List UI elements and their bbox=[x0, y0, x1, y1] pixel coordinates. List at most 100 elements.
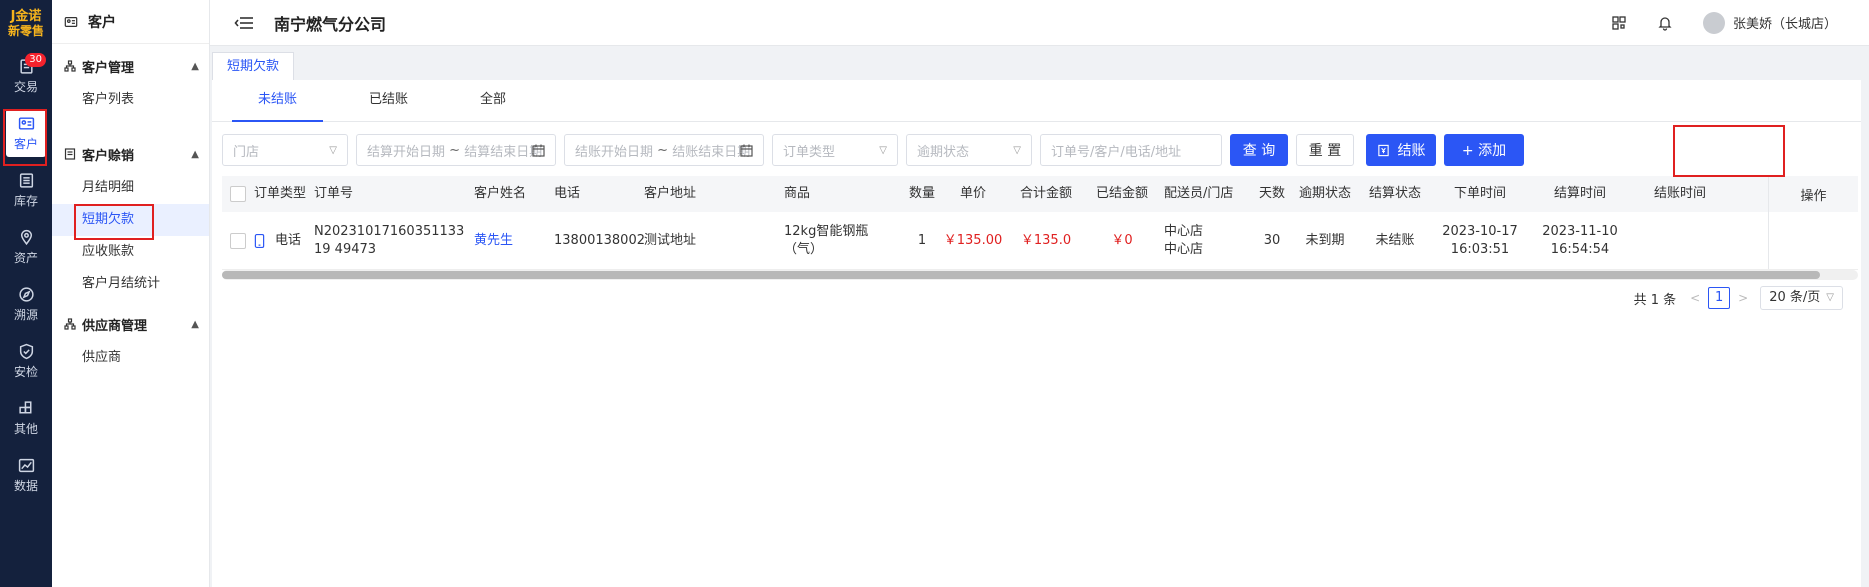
user-name[interactable]: 张美娇（长城店） bbox=[1733, 13, 1837, 32]
phone-icon bbox=[254, 233, 265, 248]
table-row[interactable]: 电话 N2023101716035113319 49473 黄先生 138001… bbox=[222, 212, 1858, 270]
rail-item-inspection[interactable]: 安检 bbox=[0, 333, 52, 390]
next-page-icon[interactable]: > bbox=[1738, 291, 1748, 305]
qrcode-icon[interactable] bbox=[1611, 15, 1627, 31]
page-size-select[interactable]: 20 条/页 ▽ bbox=[1760, 286, 1843, 310]
sidebar-item-monthly-detail[interactable]: 月结明细 bbox=[52, 172, 209, 204]
tab-unsettled[interactable]: 未结账 bbox=[232, 80, 324, 122]
chevron-up-icon: ▲ bbox=[191, 148, 199, 160]
sidebar-item-supplier[interactable]: 供应商 bbox=[52, 342, 209, 374]
qty-value: 1 bbox=[917, 232, 927, 248]
order-time-value: 16:03:51 bbox=[1450, 241, 1510, 257]
page-title: 南宁燃气分公司 bbox=[274, 14, 387, 34]
order-date-value: 2023-10-17 bbox=[1442, 223, 1518, 239]
rail-item-data[interactable]: 数据 bbox=[0, 447, 52, 504]
avatar[interactable] bbox=[1702, 11, 1725, 34]
overdue-value: 未到期 bbox=[1305, 232, 1345, 248]
highlight-short-term-debt bbox=[74, 204, 154, 240]
col-courier-store: 配送员/门店 bbox=[1164, 186, 1234, 201]
col-paid: 已结金额 bbox=[1095, 186, 1148, 201]
col-settle-status: 结算状态 bbox=[1368, 186, 1421, 201]
sidebar-item-customer-list[interactable]: 客户列表 bbox=[52, 84, 209, 116]
rail-item-inventory[interactable]: 库存 bbox=[0, 162, 52, 219]
order-type-select[interactable]: 订单类型 ▽ bbox=[772, 134, 898, 166]
total-value: ￥135.0 bbox=[1020, 232, 1072, 248]
customer-name-link[interactable]: 黄先生 bbox=[474, 232, 554, 250]
col-order-no: 订单号 bbox=[314, 186, 354, 201]
rail-item-other[interactable]: 其他 bbox=[0, 390, 52, 447]
goods-value: 12kg智能钢瓶（气） bbox=[784, 223, 869, 257]
store-select[interactable]: 门店 ▽ bbox=[222, 134, 348, 166]
settle-time-value: 16:54:54 bbox=[1550, 241, 1610, 257]
rail-item-trace[interactable]: 溯源 bbox=[0, 276, 52, 333]
status-tabs: 未结账 已结账 全部 bbox=[212, 80, 1861, 122]
rail-label: 资产 bbox=[13, 251, 38, 265]
filter-bar: 门店 ▽ 结算开始日期 ~ 结算结束日期 结账开始日期 ~ 结账结束日期 订单类型… bbox=[222, 134, 1861, 166]
settle-date-range[interactable]: 结算开始日期 ~ 结算结束日期 bbox=[356, 134, 556, 166]
pagination: 共 1 条 < 1 > 20 条/页 ▽ bbox=[1634, 286, 1843, 310]
reset-button[interactable]: 重 置 bbox=[1296, 134, 1354, 166]
close-date-range[interactable]: 结账开始日期 ~ 结账结束日期 bbox=[564, 134, 764, 166]
rail-label: 安检 bbox=[13, 365, 38, 379]
table-header: 订单类型 订单号 客户姓名 电话 客户地址 商品 数量 单价 合计金额 已结金额… bbox=[222, 176, 1858, 212]
page-number[interactable]: 1 bbox=[1708, 287, 1731, 309]
page-tab-short-term-debt[interactable]: 短期欠款 bbox=[212, 52, 295, 80]
chevron-down-icon: ▽ bbox=[329, 144, 337, 156]
settle-button[interactable]: 结账 bbox=[1366, 134, 1436, 166]
store-value: 中心店 bbox=[1164, 241, 1204, 257]
col-qty: 数量 bbox=[908, 186, 935, 201]
chevron-down-icon: ▽ bbox=[879, 144, 887, 156]
rail-label: 溯源 bbox=[13, 308, 38, 322]
rail-item-trade[interactable]: 30 交易 bbox=[0, 48, 52, 105]
highlight-add-button bbox=[1673, 125, 1785, 177]
row-actions[interactable] bbox=[1768, 212, 1858, 269]
rail-label: 其他 bbox=[13, 422, 38, 436]
col-phone: 电话 bbox=[554, 186, 581, 201]
group-customer-management[interactable]: 客户管理 ▲ bbox=[52, 48, 209, 84]
shield-icon bbox=[19, 343, 33, 360]
add-button[interactable]: + 添加 bbox=[1444, 134, 1524, 166]
total-count: 共 1 条 bbox=[1633, 292, 1677, 308]
prev-page-icon[interactable]: < bbox=[1690, 291, 1700, 305]
group-supplier-management[interactable]: 供应商管理 ▲ bbox=[52, 306, 209, 342]
chevron-up-icon: ▲ bbox=[191, 318, 199, 330]
query-button[interactable]: 查 询 bbox=[1230, 134, 1288, 166]
col-address: 客户地址 bbox=[644, 186, 697, 201]
chevron-down-icon: ▽ bbox=[1826, 292, 1834, 303]
rail-label: 数据 bbox=[13, 479, 38, 493]
overdue-status-select[interactable]: 逾期状态 ▽ bbox=[906, 134, 1032, 166]
sidebar-item-receivables[interactable]: 应收账款 bbox=[52, 236, 209, 268]
keyword-search-input[interactable]: 订单号/客户/电话/地址 bbox=[1040, 134, 1222, 166]
org-icon bbox=[64, 60, 76, 72]
scrollbar-thumb[interactable] bbox=[222, 271, 1820, 279]
chevron-up-icon: ▲ bbox=[191, 60, 199, 72]
main-rail: J金诺 新零售 30 交易 客户 库存 资产 溯源 安检 其他 数据 bbox=[0, 0, 52, 587]
order-no-value: N2023101716035113319 49473 bbox=[314, 223, 465, 257]
select-all-checkbox[interactable] bbox=[230, 186, 246, 202]
col-close-time: 结账时间 bbox=[1653, 186, 1706, 201]
id-card-icon bbox=[64, 16, 78, 27]
col-total: 合计金额 bbox=[1019, 186, 1072, 201]
rail-item-assets[interactable]: 资产 bbox=[0, 219, 52, 276]
row-checkbox[interactable] bbox=[230, 232, 246, 249]
col-order-type: 订单类型 bbox=[254, 186, 307, 201]
sidebar-item-monthly-stats[interactable]: 客户月结统计 bbox=[52, 268, 209, 300]
price-value: ￥135.00 bbox=[943, 232, 1003, 248]
col-customer: 客户姓名 bbox=[474, 186, 527, 201]
grid-icon bbox=[18, 401, 31, 414]
page-tab-strip: 短期欠款 bbox=[210, 46, 1869, 80]
col-goods: 商品 bbox=[784, 186, 811, 201]
courier-value: 中心店 bbox=[1164, 223, 1204, 239]
brand-logo: J金诺 新零售 bbox=[7, 9, 44, 38]
document-icon bbox=[64, 148, 76, 160]
highlight-rail-customer bbox=[3, 109, 47, 166]
menu-collapse-icon[interactable] bbox=[234, 15, 254, 31]
bell-icon[interactable] bbox=[1657, 15, 1673, 31]
sub-sidebar: 客户 客户管理 ▲ 客户列表 客户赊销 ▲ 月结明细 短期欠款 应收账款 客户月… bbox=[52, 0, 210, 587]
horizontal-scrollbar[interactable] bbox=[222, 270, 1858, 280]
tab-all[interactable]: 全部 bbox=[454, 80, 532, 121]
group-customer-credit[interactable]: 客户赊销 ▲ bbox=[52, 136, 209, 172]
settle-date-value: 2023-11-10 bbox=[1542, 223, 1618, 239]
col-price: 单价 bbox=[959, 186, 986, 201]
tab-settled[interactable]: 已结账 bbox=[343, 80, 434, 121]
